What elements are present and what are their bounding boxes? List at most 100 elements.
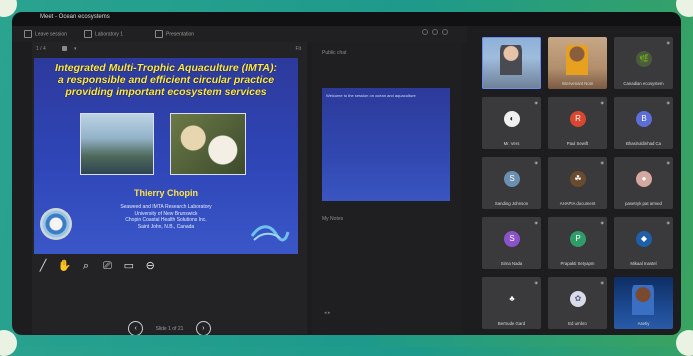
participant-name: Asetiy [637, 321, 650, 326]
seafood-dishes-photo [170, 113, 246, 175]
slide-counter: Slide 1 of 21 [155, 325, 184, 332]
presentation-header: 1 / 4 ▾ Fit [32, 42, 307, 56]
close-icon[interactable] [442, 29, 448, 35]
participant-name: Intervenant Nom [561, 81, 594, 86]
leave-session-button[interactable]: Leave session [24, 30, 67, 38]
presentation-pane: 1 / 4 ▾ Fit Integrated Multi-Trophic Aqu… [32, 42, 307, 335]
slide-number: 1 / 4 [36, 46, 46, 52]
participant-name: Mikaal Inastel [630, 261, 657, 266]
participant-tile[interactable]: Asetiy [614, 277, 673, 329]
participant-name: Bhasiruldinhad Ca [625, 141, 662, 146]
zoom-level[interactable]: Fit [295, 46, 301, 52]
mic-icon: ◉ [534, 280, 539, 285]
slide-title-line-3: providing important ecosystem services [65, 86, 267, 98]
pen-icon[interactable]: ╱ [36, 259, 50, 273]
participant-tile[interactable]: P ◉ Prapakti Setyapm [548, 217, 607, 269]
mic-icon: ◉ [600, 280, 605, 285]
participants-grid: ◉ Intervenant Nom 🌿 ◉ Canadian ecosystem… [482, 37, 674, 335]
chat-panel[interactable]: Welcome to the session on ocean and aqua… [322, 88, 450, 201]
screen-share-icon[interactable]: ⎚ [100, 259, 114, 273]
presentation-slide: Integrated Multi-Trophic Aquaculture (IM… [34, 58, 298, 254]
affiliation-line-4: Saint John, N.B., Canada [137, 223, 195, 230]
presentation-button[interactable]: Presentation [155, 30, 194, 38]
slide-title-line-1: Integrated Multi-Trophic Aquaculture (IM… [54, 62, 278, 74]
participant-video [632, 285, 654, 315]
participant-name: Mr. Vers [503, 141, 520, 146]
participant-name: Paul Sewift [566, 141, 589, 146]
participant-name: Bertrude Gard [497, 321, 526, 326]
mic-icon: ◉ [600, 100, 605, 105]
mic-icon: ◉ [600, 160, 605, 165]
avatar: ♣ [504, 291, 520, 307]
participant-name: pasetryk pat armed [625, 201, 662, 206]
participant-tile[interactable] [482, 37, 541, 89]
avatar: ✿ [570, 291, 586, 307]
mic-icon: ◉ [534, 100, 539, 105]
participant-tile[interactable]: S ◉ Sanding Johnson [482, 157, 541, 209]
annotation-toolbar: ╱ ✋ ⌕ ⎚ ▭ ⊖ [36, 256, 160, 273]
participant-name: Prapakti Setyapm [560, 261, 595, 266]
university-logo [40, 208, 72, 240]
next-slide-button[interactable]: › [195, 321, 211, 335]
participant-name: Canadian ecosystem [623, 81, 664, 86]
avatar: R [570, 111, 586, 127]
avatar: ◐ [504, 111, 520, 127]
participant-tile[interactable]: ♣ ◉ Bertrude Gard [482, 277, 541, 329]
mic-icon: ◉ [666, 220, 671, 225]
avatar: ● [636, 171, 652, 187]
maximize-icon[interactable] [432, 29, 438, 35]
participant-tile[interactable]: ✿ ◉ Ed umbro [548, 277, 607, 329]
mic-icon: ◉ [666, 40, 671, 45]
frame-corner-bottom-left [0, 330, 17, 356]
mic-icon: ◉ [666, 160, 671, 165]
settings-icon[interactable]: ▾ [74, 46, 77, 52]
participant-tile[interactable]: ☘ ◉ AHAPIA document [548, 157, 607, 209]
mic-icon: ◉ [534, 220, 539, 225]
minus-circle-icon[interactable]: ⊖ [143, 259, 157, 273]
participant-tile[interactable]: R ◉ Paul Sewift [548, 97, 607, 149]
mic-icon: ◉ [600, 220, 605, 225]
meeting-toolbar: Leave session Laboratory 1 Presentation [12, 26, 467, 42]
panel-footer-icons[interactable]: ◂ ▸ [324, 310, 330, 316]
participant-name: Sirna Nada [500, 261, 523, 266]
previous-slide-button[interactable]: ‹ [128, 321, 144, 335]
notes-label: My Notes [322, 216, 344, 222]
avatar: P [570, 231, 586, 247]
slide-pager: ‹ Slide 1 of 21 › [32, 320, 307, 335]
exit-icon [24, 30, 32, 38]
slide-title: Integrated Multi-Trophic Aquaculture (IM… [34, 62, 298, 98]
participant-tile[interactable]: ● ◉ pasetryk pat armed [614, 157, 673, 209]
avatar: S [504, 171, 520, 187]
hand-icon[interactable]: ✋ [57, 259, 72, 273]
title-bar: Meet - Ocean ecosystems [12, 12, 681, 26]
presenter-affiliation: Seaweed and IMTA Research Laboratory Uni… [94, 204, 238, 230]
avatar: ☘ [570, 171, 586, 187]
meeting-window: Meet - Ocean ecosystems Leave session La… [12, 12, 681, 335]
chat-message: Welcome to the session on ocean and aqua… [326, 93, 416, 98]
leave-session-label: Leave session [35, 31, 67, 38]
participant-tile[interactable]: B ◉ Bhasiruldinhad Ca [614, 97, 673, 149]
presenter-name: Thierry Chopin [133, 188, 198, 198]
avatar: ◆ [636, 231, 652, 247]
participant-name: Sanding Johnson [494, 201, 529, 206]
room-icon [84, 30, 92, 38]
participant-tile[interactable]: ◆ ◉ Mikaal Inastel [614, 217, 673, 269]
participant-tile[interactable]: 🌿 ◉ Canadian ecosystem [614, 37, 673, 89]
participant-tile[interactable]: S ◉ Sirna Nada [482, 217, 541, 269]
magnifier-icon[interactable]: ⌕ [79, 259, 93, 273]
participant-name: AHAPIA document [559, 201, 596, 206]
frame-corner-bottom-right [676, 330, 693, 356]
minimize-icon[interactable] [422, 29, 428, 35]
participant-name: Ed umbro [568, 321, 587, 326]
avatar: 🌿 [636, 51, 652, 67]
participant-video [566, 45, 588, 75]
participant-video [500, 45, 522, 75]
participant-tile[interactable]: ◉ Intervenant Nom [548, 37, 607, 89]
participant-tile[interactable]: ◐ ◉ Mr. Vers [482, 97, 541, 149]
presentation-icon [155, 30, 163, 38]
record-icon[interactable] [62, 46, 67, 51]
laboratory-button[interactable]: Laboratory 1 [84, 30, 123, 38]
window-title: Meet - Ocean ecosystems [40, 14, 110, 20]
mic-icon: ◉ [666, 100, 671, 105]
display-icon[interactable]: ▭ [122, 259, 136, 273]
